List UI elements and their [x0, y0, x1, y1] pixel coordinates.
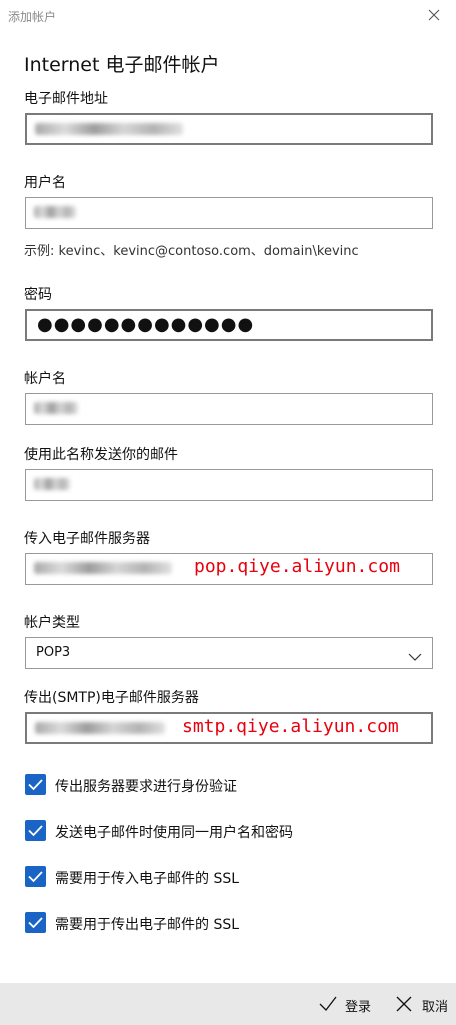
- checkmark-icon[interactable]: [25, 912, 46, 933]
- incoming-server-field[interactable]: pop.qiye.aliyun.com: [25, 553, 433, 585]
- redacted-value: [34, 206, 76, 218]
- username-label: 用户名: [24, 175, 66, 191]
- incoming-server-label: 传入电子邮件服务器: [24, 531, 150, 547]
- checkbox-label: 需要用于传出电子邮件的 SSL: [55, 917, 240, 933]
- outgoing-server-annotation: smtp.qiye.aliyun.com: [182, 716, 399, 737]
- signin-label: 登录: [345, 1000, 372, 1015]
- username-field[interactable]: [25, 197, 433, 229]
- password-value: ●●●●●●●●●●●●●: [37, 314, 255, 335]
- chevron-down-icon: [408, 647, 422, 661]
- account-name-field[interactable]: [25, 393, 433, 425]
- account-name-label: 帐户名: [24, 371, 66, 387]
- account-type-label: 帐户类型: [24, 615, 80, 631]
- checkmark-icon: [318, 995, 338, 1017]
- send-name-field[interactable]: [25, 469, 433, 501]
- checkbox-label: 发送电子邮件时使用同一用户名和密码: [55, 825, 293, 841]
- account-type-value: POP3: [36, 645, 71, 660]
- close-icon[interactable]: [424, 5, 444, 25]
- password-field[interactable]: ●●●●●●●●●●●●●: [25, 309, 433, 341]
- send-name-label: 使用此名称发送你的邮件: [24, 447, 178, 463]
- page-title: Internet 电子邮件帐户: [24, 54, 220, 76]
- cancel-button[interactable]: 取消: [392, 983, 452, 1025]
- redacted-value: [35, 722, 165, 734]
- footer-bar: 登录 取消: [0, 983, 456, 1025]
- checkmark-icon[interactable]: [25, 866, 46, 887]
- checkbox-label: 需要用于传入电子邮件的 SSL: [55, 871, 240, 887]
- email-label: 电子邮件地址: [24, 91, 108, 107]
- redacted-value: [35, 123, 183, 135]
- password-label: 密码: [24, 287, 52, 303]
- cancel-label: 取消: [422, 1000, 449, 1015]
- redacted-value: [34, 402, 78, 414]
- close-icon: [395, 995, 413, 1017]
- username-hint: 示例: kevinc、kevinc@contoso.com、domain\kev…: [24, 244, 359, 259]
- outgoing-server-label: 传出(SMTP)电子邮件服务器: [24, 690, 199, 706]
- account-type-select[interactable]: POP3: [25, 637, 433, 669]
- incoming-server-annotation: pop.qiye.aliyun.com: [194, 556, 400, 577]
- email-field[interactable]: [25, 113, 433, 145]
- title-bar: 添加帐户: [0, 0, 456, 32]
- redacted-value: [34, 562, 172, 574]
- signin-button[interactable]: 登录: [314, 983, 374, 1025]
- checkbox-label: 传出服务器要求进行身份验证: [55, 779, 237, 795]
- checkmark-icon[interactable]: [25, 820, 46, 841]
- outgoing-server-field[interactable]: smtp.qiye.aliyun.com: [25, 712, 433, 744]
- checkmark-icon[interactable]: [25, 774, 46, 795]
- redacted-value: [34, 478, 70, 490]
- window-title: 添加帐户: [8, 10, 57, 24]
